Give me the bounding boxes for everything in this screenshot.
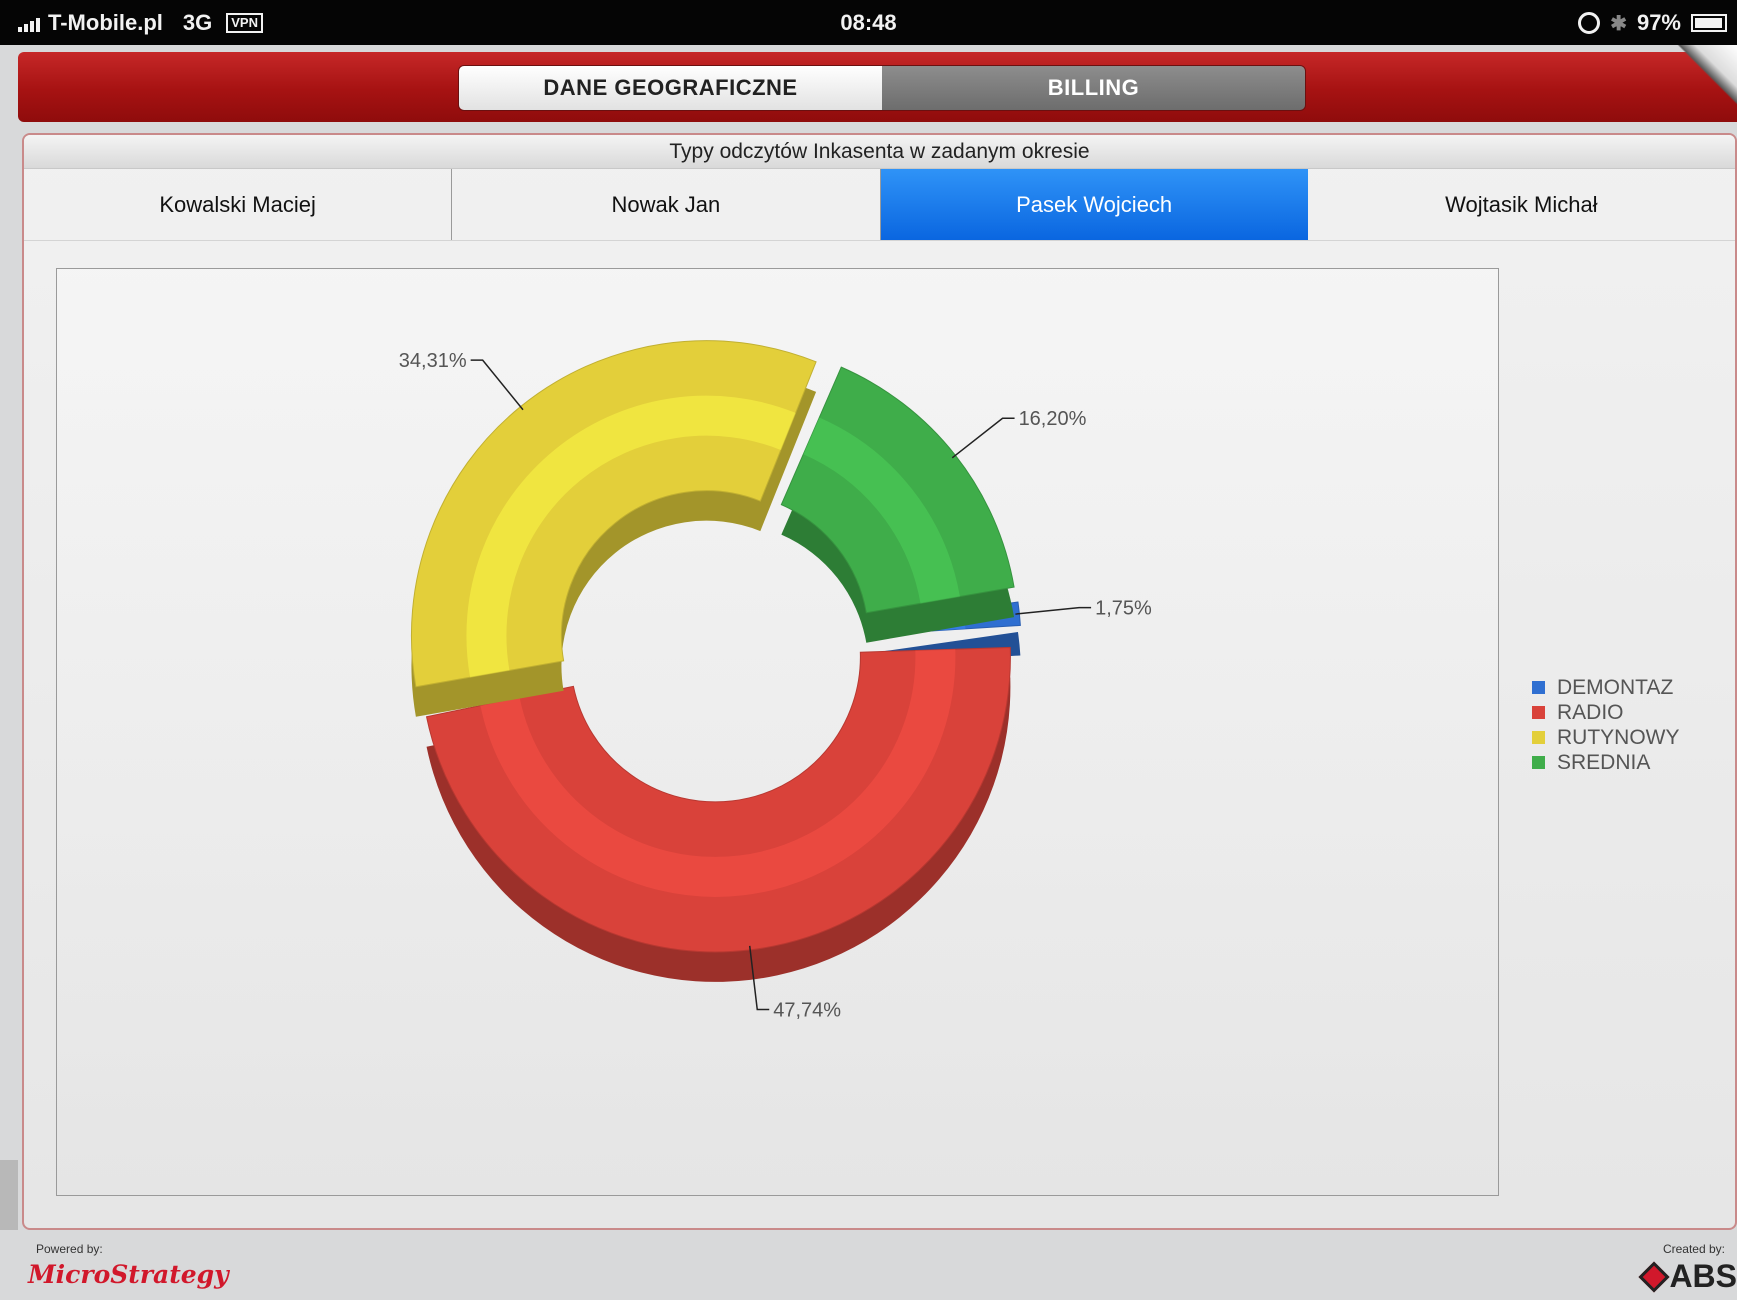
donut-slice-srednia[interactable] xyxy=(780,366,1015,643)
status-time: 08:48 xyxy=(840,10,897,35)
tab-billing[interactable]: BILLING xyxy=(882,66,1305,110)
data-label-demontaz: 1,75% xyxy=(1095,598,1152,620)
leader-line xyxy=(470,359,524,411)
abs-logo: ABS xyxy=(1638,1258,1737,1295)
status-bar: T-Mobile.pl 3G VPN 08:48 ✱ 97% xyxy=(0,0,1737,45)
data-label-radio: 47,74% xyxy=(773,999,841,1021)
leader-line xyxy=(951,417,1015,459)
view-segmented-control: DANE GEOGRAFICZNE BILLING xyxy=(458,65,1306,111)
leader-line xyxy=(1015,606,1092,615)
legend-swatch xyxy=(1532,756,1545,769)
legend-item-demontaz: DEMONTAZ xyxy=(1532,675,1680,700)
microstrategy-logo: MicroStrategy xyxy=(28,1260,229,1289)
abs-logo-text: ABS xyxy=(1669,1258,1737,1294)
tab-dane-geograficzne[interactable]: DANE GEOGRAFICZNE xyxy=(459,66,882,110)
status-right: ✱ 97% xyxy=(1578,10,1727,36)
legend-label: DEMONTAZ xyxy=(1557,675,1674,699)
data-label-rutynowy: 34,31% xyxy=(399,350,467,372)
legend-label: RUTYNOWY xyxy=(1557,725,1680,749)
legend-item-rutynowy: RUTYNOWY xyxy=(1532,725,1680,750)
abs-diamond-icon xyxy=(1638,1260,1670,1293)
legend-item-srednia: SREDNIA xyxy=(1532,750,1680,775)
legend-swatch xyxy=(1532,706,1545,719)
chart-legend: DEMONTAZ RADIO RUTYNOWY SREDNIA xyxy=(1532,675,1680,775)
legend-label: RADIO xyxy=(1557,700,1624,724)
battery-percent: 97% xyxy=(1636,10,1681,35)
powered-by-label: Powered by: xyxy=(36,1242,103,1256)
donut-slice-rutynowy[interactable] xyxy=(410,340,817,717)
footer: Powered by: MicroStrategy Created by: AB… xyxy=(0,1230,1737,1300)
battery-icon xyxy=(1691,14,1727,32)
donut-chart[interactable]: 1,75% 47,74% 34,31% 16,20% xyxy=(24,135,1735,1228)
legend-item-radio: RADIO xyxy=(1532,700,1680,725)
legend-label: SREDNIA xyxy=(1557,750,1651,774)
created-by-label: Created by: xyxy=(1662,1242,1725,1256)
rotation-lock-icon xyxy=(1578,12,1601,34)
data-label-srednia: 16,20% xyxy=(1019,408,1087,430)
page-curl-icon[interactable] xyxy=(1677,45,1737,105)
legend-swatch xyxy=(1532,681,1545,694)
legend-swatch xyxy=(1532,731,1545,744)
main-panel: Typy odczytów Inkasenta w zadanym okresi… xyxy=(22,133,1737,1230)
bluetooth-icon: ✱ xyxy=(1610,12,1627,35)
left-edge-strip xyxy=(0,1160,18,1230)
